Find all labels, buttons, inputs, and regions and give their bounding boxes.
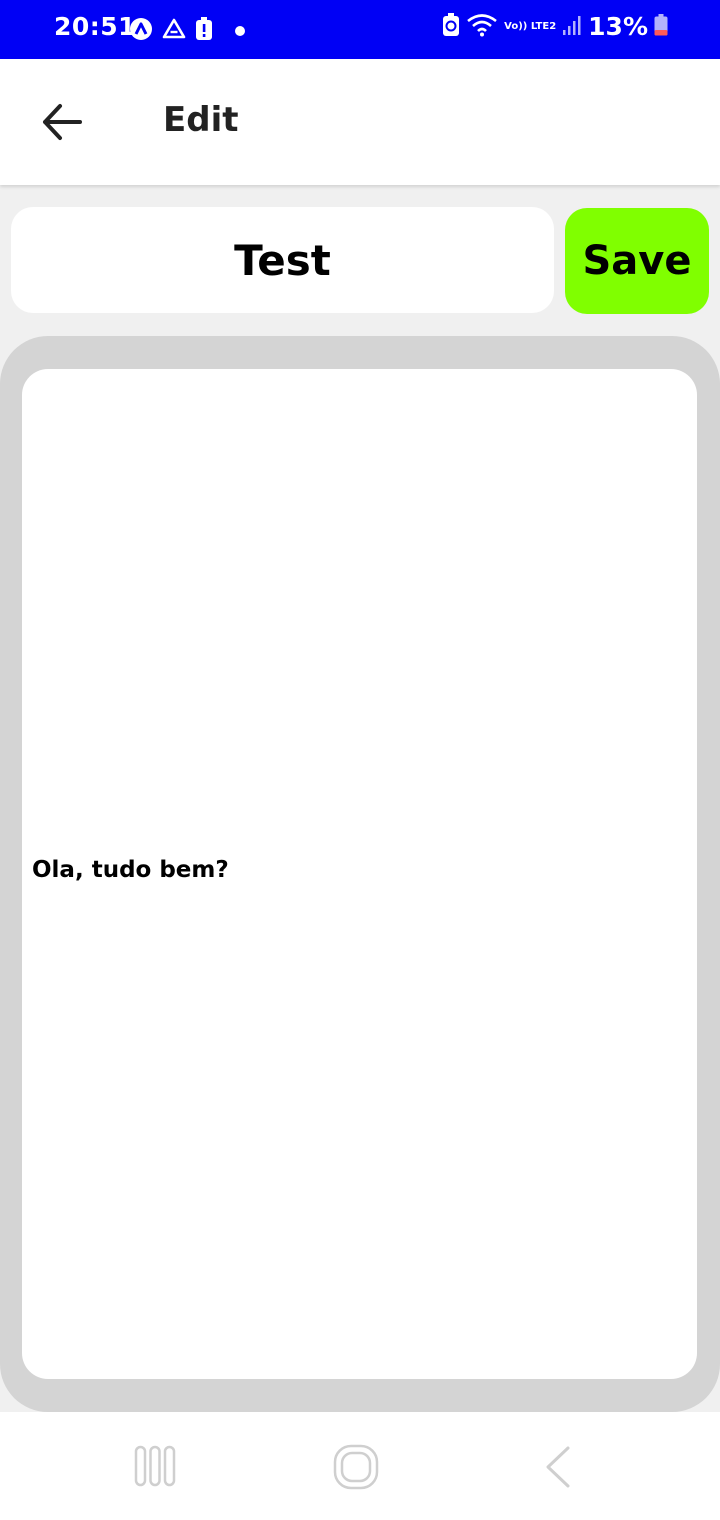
alert-battery-icon <box>195 17 213 45</box>
battery-saver-icon <box>442 12 460 41</box>
status-notification-icons <box>129 17 255 45</box>
back-button[interactable] <box>38 99 88 145</box>
a-circle-icon <box>129 17 153 45</box>
nav-back-button[interactable] <box>540 1444 574 1494</box>
note-body-text: Ola, tudo bem? <box>32 857 229 883</box>
signal-icon <box>562 14 582 40</box>
recent-apps-icon <box>134 1445 176 1487</box>
drive-icon <box>162 17 186 45</box>
status-time: 20:51 <box>54 12 137 41</box>
home-icon <box>333 1444 379 1490</box>
recent-apps-button[interactable] <box>133 1444 177 1492</box>
note-title-value: Test <box>234 235 331 285</box>
home-button[interactable] <box>333 1444 379 1494</box>
note-title-input[interactable]: Test <box>11 207 554 313</box>
page-title: Edit <box>163 100 239 140</box>
volte-icon: Vo)) LTE2 <box>504 20 557 32</box>
save-button[interactable]: Save <box>565 208 709 314</box>
system-nav-bar <box>0 1412 720 1520</box>
wifi-icon <box>466 13 498 41</box>
dot-icon <box>234 22 246 41</box>
back-chevron-icon <box>546 1446 570 1488</box>
app-bar: Edit <box>0 59 720 185</box>
status-system-icons: Vo)) LTE2 13% <box>436 12 668 41</box>
battery-percent: 13% <box>588 12 648 41</box>
battery-icon <box>654 13 668 40</box>
editor-frame: Ola, tudo bem? <box>0 336 720 1412</box>
status-bar: 20:51 Vo)) LTE2 13% <box>0 0 720 59</box>
note-body-editor[interactable]: Ola, tudo bem? <box>22 369 697 1379</box>
arrow-left-icon <box>43 104 82 140</box>
save-button-label: Save <box>582 238 692 284</box>
